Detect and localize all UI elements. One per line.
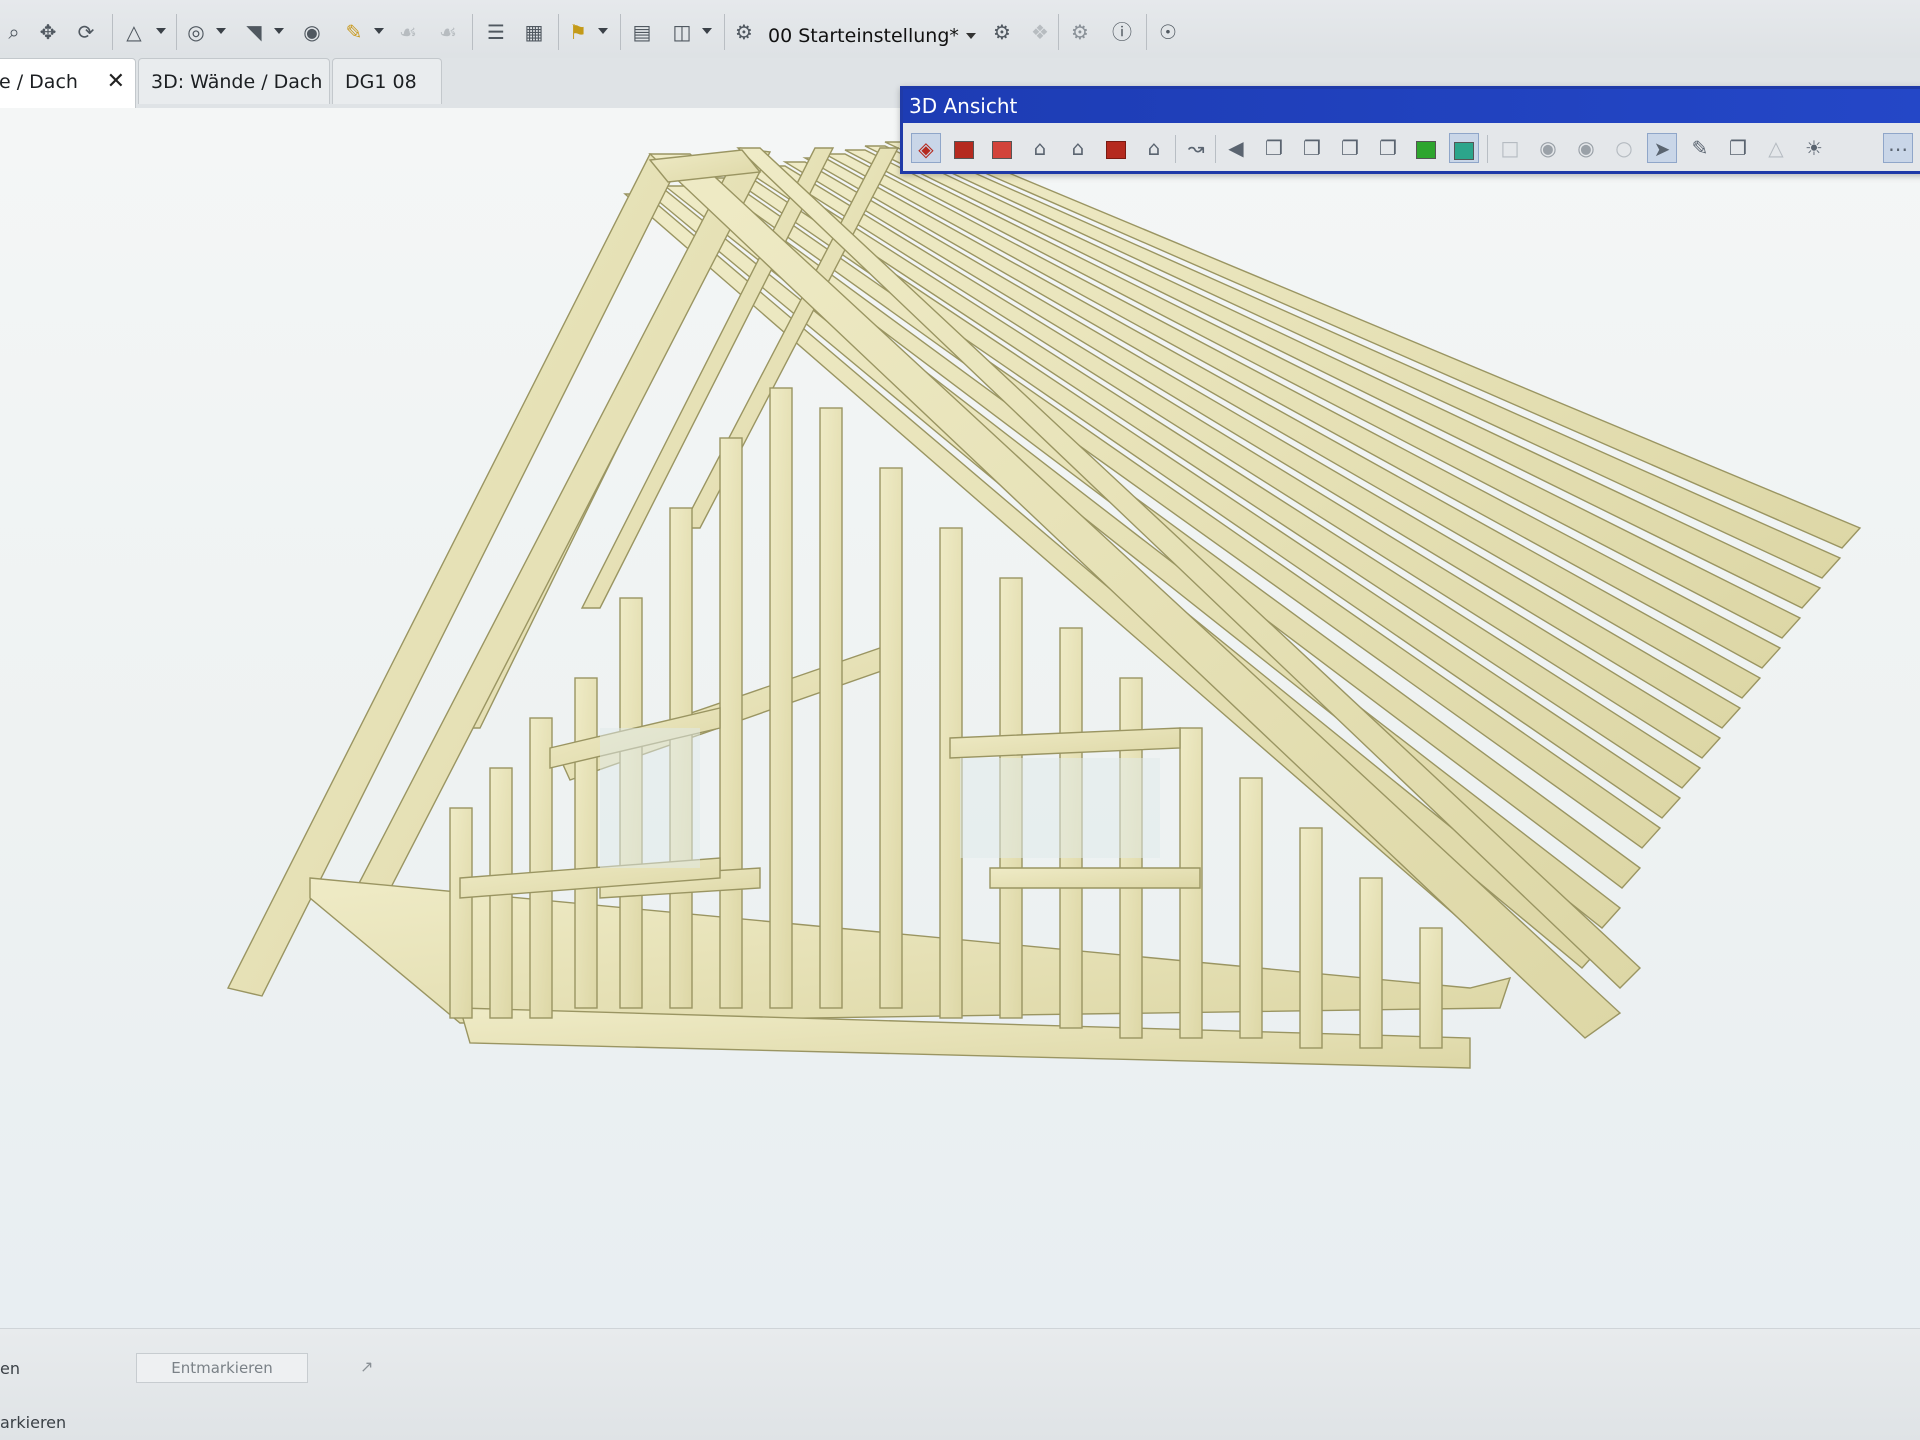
toolbar-separator — [472, 14, 473, 50]
box-view-icon[interactable]: ❐ — [1335, 133, 1365, 163]
tab-label: DG1 08 — [345, 71, 417, 93]
chevron-down-icon[interactable] — [216, 28, 226, 34]
chevron-down-icon[interactable] — [156, 28, 166, 34]
markup-icon[interactable]: ⚑ — [564, 18, 592, 46]
tab-dach[interactable]: e / Dach ✕ — [0, 58, 136, 108]
toolbar-separator — [112, 14, 113, 50]
disabled-tool-icon: ☙ — [399, 20, 417, 44]
layers-icon[interactable]: ☰ — [482, 18, 510, 46]
house-outline-icon[interactable]: ⌂ — [1063, 133, 1093, 163]
tab-label: 3D: Wände / Dach — [151, 71, 323, 93]
house-outline-icon[interactable]: ⌂ — [1025, 133, 1055, 163]
toolbar-separator — [176, 14, 177, 50]
more-icon[interactable]: ⋯ — [1883, 133, 1913, 163]
walk-icon[interactable]: ↝ — [1181, 133, 1211, 163]
chevron-down-icon[interactable] — [702, 28, 712, 34]
layers-icon[interactable]: ❐ — [1723, 133, 1753, 163]
box-view-icon[interactable]: ❐ — [1297, 133, 1327, 163]
view-settings-select[interactable]: 00 Starteinstellung* — [760, 20, 982, 52]
view-icon[interactable]: ◎ — [182, 18, 210, 46]
info-icon[interactable]: ⓘ — [1108, 18, 1136, 46]
chevron-down-icon[interactable] — [374, 28, 384, 34]
view-settings-value: 00 Starteinstellung* — [768, 25, 959, 47]
elevation-red-icon[interactable] — [987, 133, 1017, 163]
palette-separator — [1215, 135, 1216, 163]
arrow-icon[interactable]: ↗ — [360, 1357, 373, 1376]
chevron-down-icon[interactable] — [966, 33, 976, 39]
main-toolbar: ⌕ ✥ ⟳ △ ◎ ◥ ◉ ✎ ☙ ☙ ☰ ▦ ⚑ ▤ ◫ ⚙ 00 Start… — [0, 0, 1920, 65]
palette-title[interactable]: 3D Ansicht — [903, 89, 1920, 123]
view-options-icon[interactable]: ⚙ — [988, 18, 1016, 46]
chevron-down-icon[interactable] — [598, 28, 608, 34]
tab-dg1-08[interactable]: DG1 08 — [332, 58, 442, 104]
disabled-tool-icon: ☙ — [439, 20, 457, 44]
pen-icon[interactable]: ✎ — [1685, 133, 1715, 163]
solid-red-icon[interactable] — [1101, 133, 1131, 163]
toolbar-separator — [620, 14, 621, 50]
palette-separator — [1487, 135, 1488, 163]
binoculars-icon[interactable]: ☉ — [1154, 18, 1182, 46]
section-red-icon[interactable] — [949, 133, 979, 163]
orbit-icon[interactable]: ⟳ — [72, 18, 100, 46]
pan-icon[interactable]: ✥ — [34, 18, 62, 46]
3d-viewport[interactable] — [0, 108, 1920, 1328]
camera-icon[interactable]: ◉ — [1533, 133, 1563, 163]
bottom-info-panel: en Entmarkieren arkieren ↗ — [0, 1328, 1920, 1440]
play-back-icon[interactable]: ◀ — [1221, 133, 1251, 163]
close-icon[interactable]: ✕ — [107, 59, 125, 105]
green-cube-icon[interactable] — [1411, 133, 1441, 163]
pointer-icon[interactable]: ➤ — [1647, 133, 1677, 163]
3d-model-icon[interactable]: ◈ — [911, 133, 941, 163]
disabled-icon: ○ — [1615, 136, 1633, 160]
toolbar-separator — [1146, 14, 1147, 50]
box-view-icon[interactable]: ❐ — [1373, 133, 1403, 163]
chevron-down-icon[interactable] — [274, 28, 284, 34]
camera-icon[interactable]: ◉ — [1571, 133, 1601, 163]
disabled-icon: □ — [1500, 136, 1520, 160]
teal-cube-icon[interactable] — [1449, 133, 1479, 163]
tab-3d-waende-dach[interactable]: 3D: Wände / Dach — [138, 58, 330, 104]
tab-label: e / Dach — [0, 71, 78, 93]
app-window: ⌕ ✥ ⟳ △ ◎ ◥ ◉ ✎ ☙ ☙ ☰ ▦ ⚑ ▤ ◫ ⚙ 00 Start… — [0, 0, 1920, 1440]
settings-icon[interactable]: ⚙ — [1066, 18, 1094, 46]
sun-icon[interactable]: ☀ — [1799, 133, 1829, 163]
section-icon[interactable]: ◥ — [240, 18, 268, 46]
navigate-icon[interactable]: △ — [120, 18, 148, 46]
disabled-tool-icon: ❖ — [1031, 20, 1049, 44]
toolbar-separator — [558, 14, 559, 50]
3d-view-palette: 3D Ansicht ◈ ⌂ ⌂ ⌂ ↝ ◀ ❐ ❐ ❐ ❐ □ ◉ ◉ ○ ➤… — [900, 86, 1920, 174]
box-view-icon[interactable]: ❐ — [1259, 133, 1289, 163]
paint-icon[interactable]: ✎ — [340, 18, 368, 46]
toolbar-separator — [1058, 14, 1059, 50]
roof-truss-model — [226, 137, 1862, 1069]
view-map-icon[interactable]: ⚙ — [730, 18, 758, 46]
palette-separator — [1175, 135, 1176, 163]
toolbar-separator — [724, 14, 725, 50]
eye-icon[interactable]: ◉ — [298, 18, 326, 46]
sidebar-icon[interactable]: ◫ — [668, 18, 696, 46]
house-icon[interactable]: ⌂ — [1139, 133, 1169, 163]
entmarkieren-button[interactable]: Entmarkieren — [136, 1353, 308, 1383]
zoom-icon[interactable]: ⌕ — [0, 18, 28, 46]
info-row-label: arkieren — [0, 1413, 67, 1432]
layout-icon[interactable]: ▦ — [520, 18, 548, 46]
print-icon[interactable]: ▤ — [628, 18, 656, 46]
info-row-label: en — [0, 1359, 20, 1378]
disabled-icon: △ — [1768, 136, 1784, 160]
